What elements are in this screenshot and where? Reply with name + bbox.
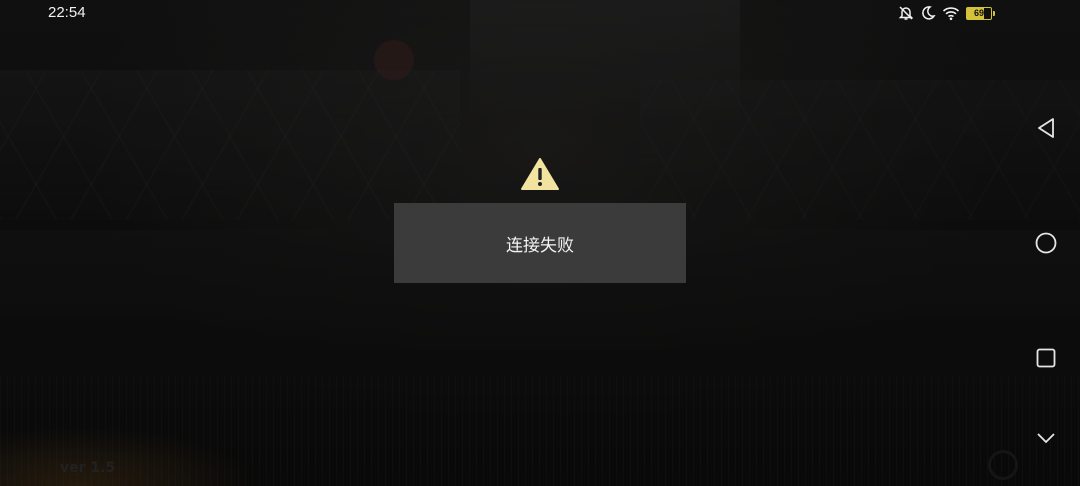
status-time: 22:54 xyxy=(48,4,86,21)
status-icons: 69 xyxy=(898,3,995,23)
navigation-bar xyxy=(1010,0,1080,486)
back-button[interactable] xyxy=(1032,114,1060,142)
back-icon xyxy=(1038,118,1054,138)
hide-nav-button[interactable] xyxy=(1032,424,1060,452)
warning-icon xyxy=(521,158,559,190)
home-icon xyxy=(1035,232,1057,254)
dialog-message: 连接失败 xyxy=(506,235,574,256)
connection-failed-dialog[interactable]: 连接失败 xyxy=(394,203,686,283)
moon-icon xyxy=(920,5,936,21)
home-button[interactable] xyxy=(1032,229,1060,257)
recents-button[interactable] xyxy=(1032,344,1060,372)
battery-level: 69 xyxy=(973,8,984,18)
wifi-icon xyxy=(942,5,960,21)
mute-icon xyxy=(898,5,914,21)
hide-nav-icon xyxy=(1037,433,1055,444)
battery-icon: 69 xyxy=(966,6,995,20)
recents-icon xyxy=(1036,348,1056,368)
game-screen: ver 1.5 22:54 69 连接失败 xyxy=(0,0,1080,486)
